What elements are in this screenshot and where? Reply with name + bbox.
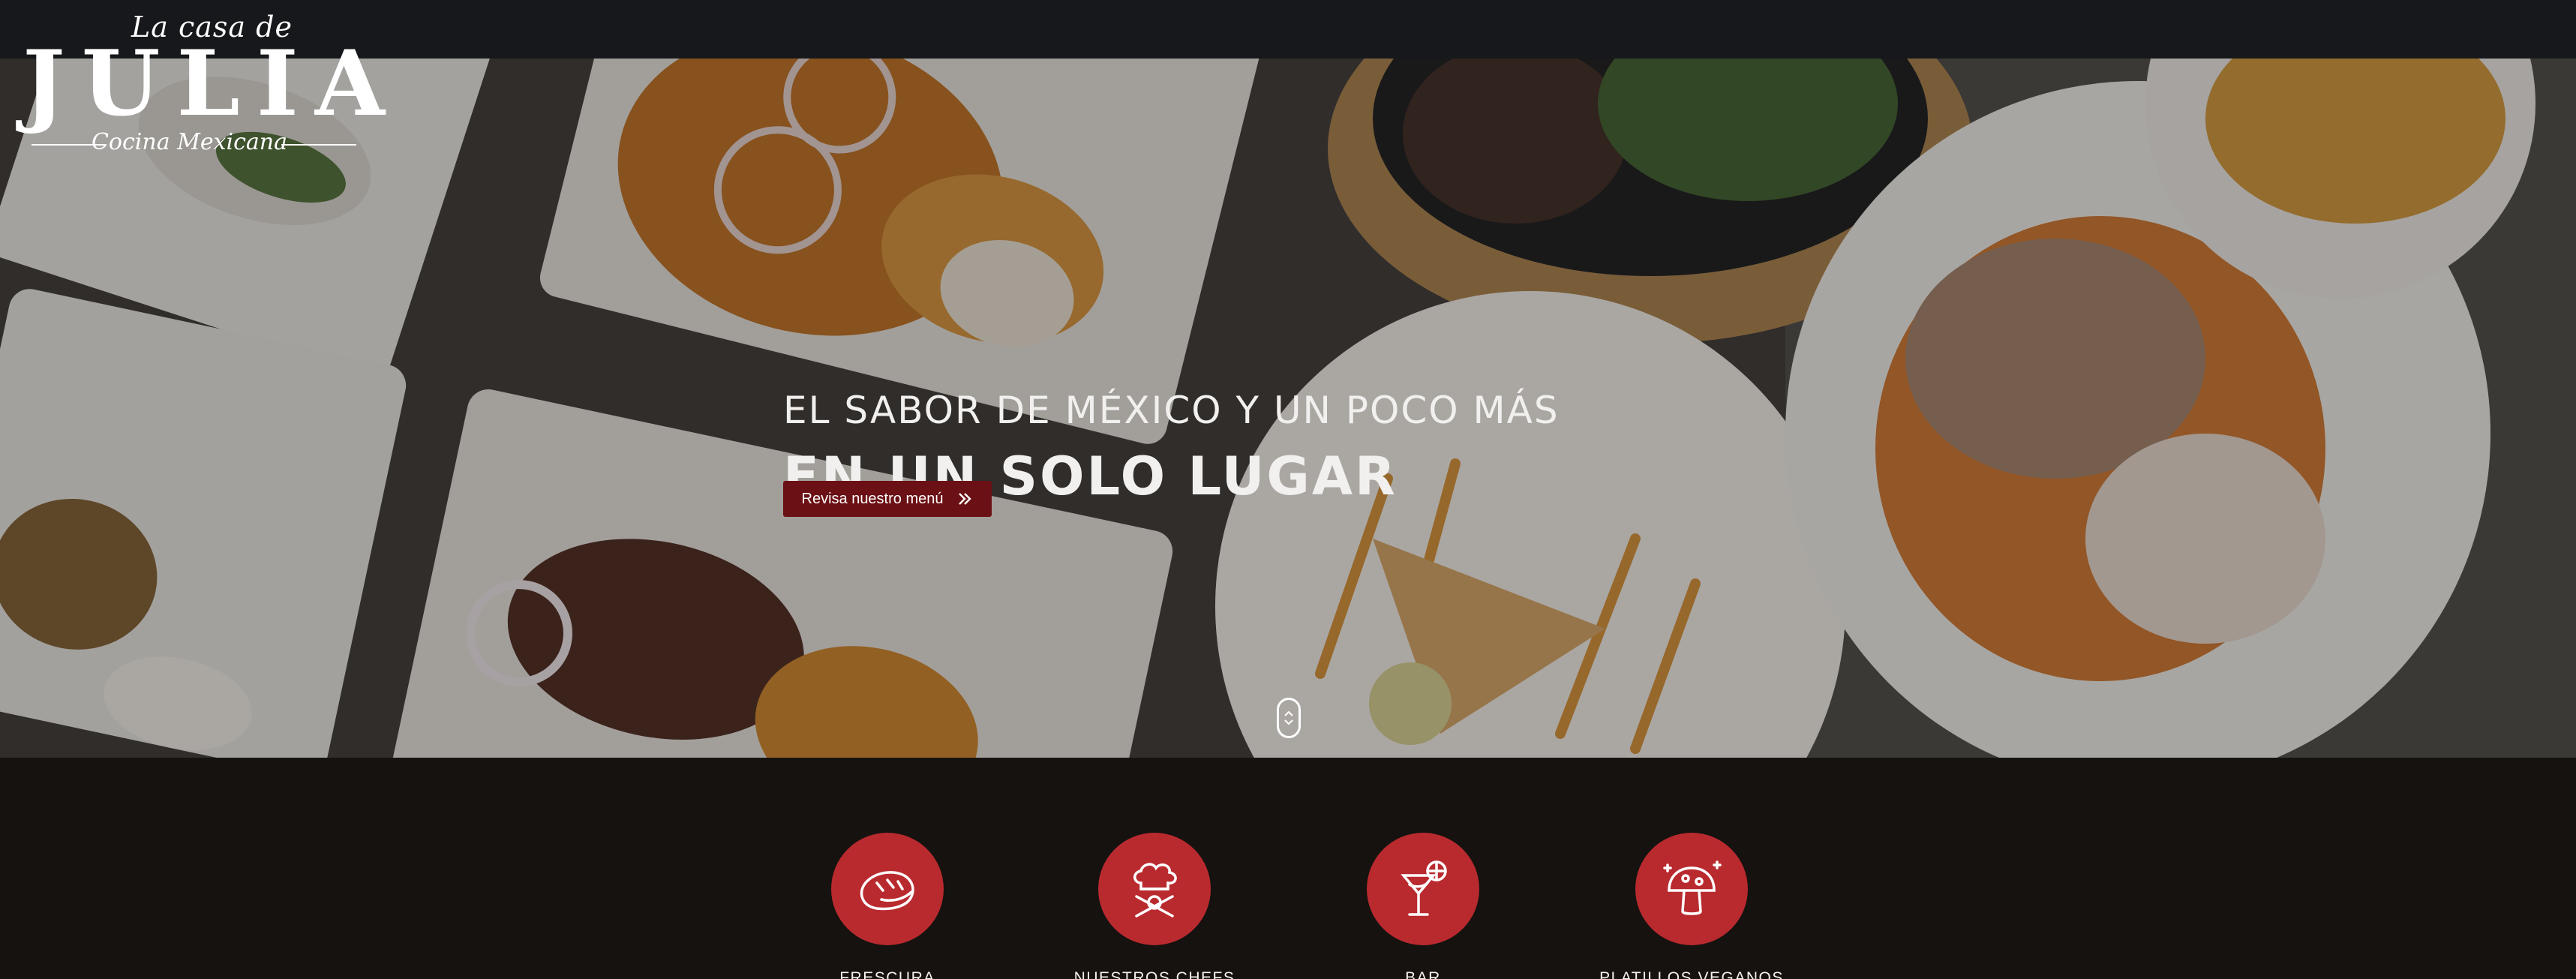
feature-label: PLATILLOS VEGANOS: [1599, 969, 1784, 979]
chef-hat-icon: [1133, 863, 1177, 917]
feature-frescura[interactable]: FRESCURA: [752, 833, 1022, 979]
feature-icon-circle: [1635, 833, 1748, 945]
hero-title-line1: EL SABOR DE MÉXICO Y UN POCO MÁS: [783, 389, 1560, 432]
brand-name: JULIA: [23, 31, 402, 137]
feature-bar[interactable]: BAR: [1288, 833, 1558, 979]
double-chevron-right-icon: [959, 493, 972, 505]
view-menu-label: Revisa nuestro menú: [801, 490, 944, 507]
mushroom-icon: [1663, 860, 1722, 915]
feature-icon-circle: [1098, 833, 1211, 945]
brand-tagline: Cocina Mexicana: [91, 129, 288, 155]
cocktail-icon: [1401, 860, 1447, 916]
feature-platillos-veganos[interactable]: PLATILLOS VEGANOS: [1557, 833, 1827, 979]
feature-icon-circle: [1367, 833, 1479, 945]
feature-icon-circle: [831, 833, 944, 945]
scroll-mouse-icon[interactable]: [1277, 698, 1301, 738]
chevron-up-icon: [1284, 710, 1293, 716]
feature-label: NUESTROS CHEFS: [1073, 969, 1235, 979]
view-menu-button[interactable]: Revisa nuestro menú: [783, 481, 992, 517]
feature-label: FRESCURA: [839, 969, 935, 979]
feature-nuestros-chefs[interactable]: NUESTROS CHEFS: [1019, 833, 1290, 979]
chevron-down-icon: [1284, 719, 1293, 725]
bread-icon: [860, 871, 914, 911]
features-section: FRESCURA NUESTROS CHEFS BAR PLATILLOS VE…: [0, 758, 2576, 979]
brand-logo[interactable]: La casa de JULIA Cocina Mexicana: [23, 6, 385, 156]
hero-banner: EL SABOR DE MÉXICO Y UN POCO MÁS EN UN S…: [0, 59, 2576, 758]
feature-label: BAR: [1405, 969, 1441, 979]
logo-divider-right: [281, 144, 356, 146]
